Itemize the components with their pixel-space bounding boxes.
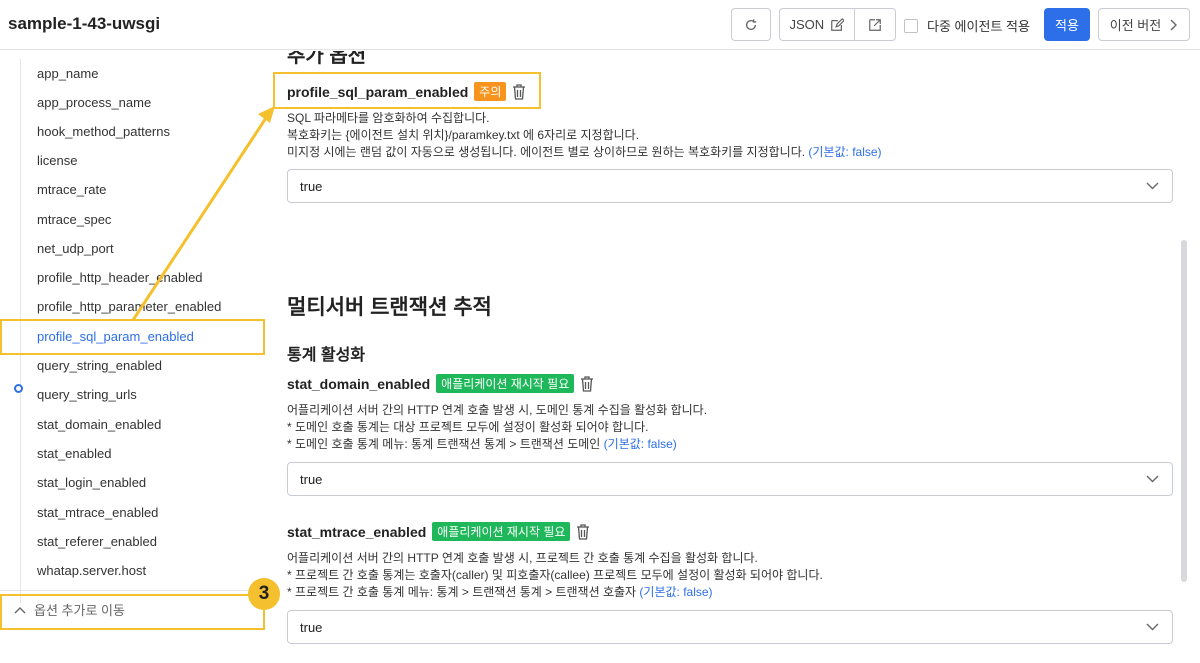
chevron-down-icon <box>1146 623 1159 631</box>
select-value: true <box>300 471 323 487</box>
select-value: true <box>300 178 323 194</box>
multi-agent-checkbox[interactable] <box>904 18 918 33</box>
open-external-button[interactable] <box>855 9 895 40</box>
option-title: stat_domain_enabled 애플리케이션 재시작 필요 <box>287 374 594 393</box>
edit-icon <box>831 17 845 31</box>
sidebar-item-mtrace-spec[interactable]: mtrace_spec <box>37 212 111 227</box>
prev-version-button[interactable]: 이전 버전 <box>1098 8 1190 41</box>
sidebar-item-profile-http-header-enabled[interactable]: profile_http_header_enabled <box>37 270 203 285</box>
option-sidebar: app_name app_process_name hook_method_patt… <box>0 51 280 663</box>
move-bar-highlight <box>0 594 265 630</box>
sidebar-item-whatap-server-host[interactable]: whatap.server.host <box>37 563 146 578</box>
option-select[interactable]: true <box>287 169 1173 203</box>
option-description: 어플리케이션 서버 간의 HTTP 연계 호출 발생 시, 도메인 통계 수집을… <box>287 403 708 451</box>
sidebar-item-mtrace-rate[interactable]: mtrace_rate <box>37 182 106 197</box>
scrollbar[interactable] <box>1181 240 1187 582</box>
refresh-button[interactable] <box>731 8 771 41</box>
sidebar-item-stat-enabled[interactable]: stat_enabled <box>37 446 111 461</box>
sidebar-item-app-name[interactable]: app_name <box>37 66 98 81</box>
sidebar-item-profile-http-parameter-enabled[interactable]: profile_http_parameter_enabled <box>37 299 221 314</box>
sidebar-item-license[interactable]: license <box>37 153 77 168</box>
apply-button[interactable]: 적용 <box>1044 8 1090 41</box>
json-button-group: JSON <box>779 8 896 41</box>
warning-tag: 주의 <box>474 82 507 101</box>
trash-icon[interactable] <box>576 523 590 540</box>
option-description: SQL 파라메타를 암호화하여 수집합니다. 복호화키는 {에이전트 설치 위치… <box>287 111 882 159</box>
trash-icon[interactable] <box>512 83 526 100</box>
option-name: stat_domain_enabled <box>287 375 431 392</box>
multi-agent-apply[interactable]: 다중 에이전트 적용 <box>904 16 1030 35</box>
sidebar-item-query-string-enabled[interactable]: query_string_enabled <box>37 358 162 373</box>
multi-agent-label: 다중 에이전트 적용 <box>927 19 1030 34</box>
option-select[interactable]: true <box>287 610 1173 644</box>
chevron-down-icon <box>1146 475 1159 483</box>
sidebar-item-net-udp-port[interactable]: net_udp_port <box>37 241 114 256</box>
app-title: sample-1-43-uwsgi <box>8 14 161 33</box>
section-heading-cut: 추가 옵션 <box>287 51 367 67</box>
default-value: (기본값: false) <box>603 437 677 451</box>
chevron-right-icon <box>1170 19 1178 30</box>
json-label: JSON <box>789 17 825 32</box>
sidebar-item-hook-method-patterns[interactable]: hook_method_patterns <box>37 124 170 139</box>
sidebar-item-stat-mtrace-enabled[interactable]: stat_mtrace_enabled <box>37 505 158 520</box>
chevron-down-icon <box>1146 182 1159 190</box>
sidebar-item-query-string-urls[interactable]: query_string_urls <box>37 387 137 402</box>
option-name: profile_sql_param_enabled <box>287 83 469 100</box>
json-edit-button[interactable]: JSON <box>780 9 855 40</box>
option-select[interactable]: true <box>287 462 1173 496</box>
restart-required-tag: 애플리케이션 재시작 필요 <box>432 522 571 541</box>
top-bar: sample-1-43-uwsgi JSON 다중 에이전트 적용 적용 이전 … <box>0 0 1200 50</box>
restart-required-tag: 애플리케이션 재시작 필요 <box>436 374 575 393</box>
option-title: profile_sql_param_enabled 주의 <box>287 82 526 101</box>
main-content: 추가 옵션 profile_sql_param_enabled 주의 SQL 파… <box>270 51 1200 663</box>
default-value: (기본값: false) <box>639 585 713 599</box>
option-title: stat_mtrace_enabled 애플리케이션 재시작 필요 <box>287 522 590 541</box>
active-item-highlight <box>0 319 265 355</box>
sidebar-item-stat-login-enabled[interactable]: stat_login_enabled <box>37 475 146 490</box>
section-title: 멀티서버 트랜잭션 추적 <box>287 296 492 319</box>
trash-icon[interactable] <box>580 375 594 392</box>
select-value: true <box>300 619 323 635</box>
sidebar-item-stat-domain-enabled[interactable]: stat_domain_enabled <box>37 417 161 432</box>
subsection-title: 통계 활성화 <box>287 347 366 364</box>
sidebar-item-app-process-name[interactable]: app_process_name <box>37 95 151 110</box>
active-indicator-dot <box>14 384 23 393</box>
sidebar-item-stat-referer-enabled[interactable]: stat_referer_enabled <box>37 534 157 549</box>
refresh-icon <box>745 18 757 30</box>
default-value: (기본값: false) <box>808 145 882 159</box>
external-link-icon <box>868 18 881 31</box>
prev-version-label: 이전 버전 <box>1109 18 1162 33</box>
option-name: stat_mtrace_enabled <box>287 523 427 540</box>
option-description: 어플리케이션 서버 간의 HTTP 연계 호출 발생 시, 프로젝트 간 호출 … <box>287 551 823 599</box>
